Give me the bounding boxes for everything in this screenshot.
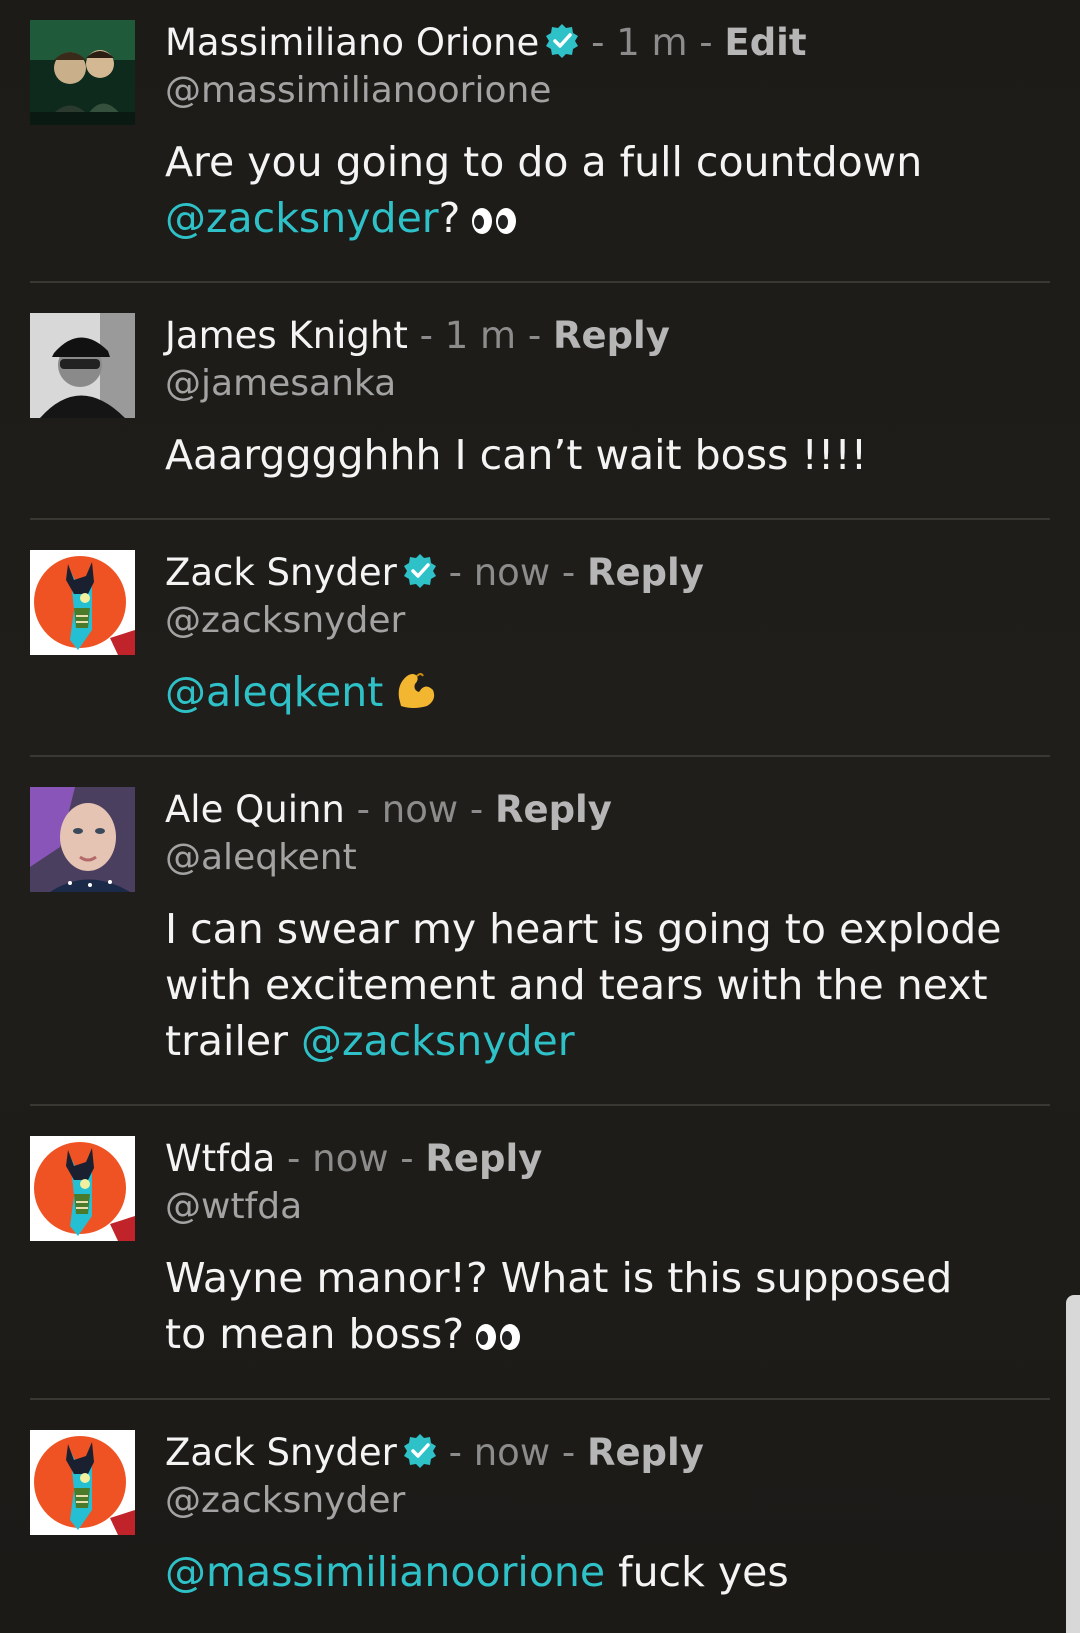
timestamp: now bbox=[473, 1431, 551, 1474]
timestamp: now bbox=[312, 1137, 389, 1180]
avatar[interactable] bbox=[30, 1430, 135, 1535]
comment-header: Massimiliano Orione - 1 m - Edit bbox=[165, 20, 1045, 66]
comment-text-line: Wayne manor!? What is this supposed bbox=[165, 1254, 953, 1302]
divider bbox=[30, 281, 1050, 283]
comment-header: Wtfda - now - Reply bbox=[165, 1136, 1045, 1182]
edit-button[interactable]: Edit bbox=[724, 21, 806, 64]
comment-text: Are you going to do a full countdown @za… bbox=[165, 134, 1045, 246]
meta-separator: - bbox=[344, 788, 382, 831]
meta-separator: - bbox=[687, 21, 725, 64]
author-handle[interactable]: @jamesanka bbox=[165, 359, 1045, 409]
avatar[interactable] bbox=[30, 313, 135, 418]
meta-separator: - bbox=[436, 1431, 474, 1474]
meta-separator: - bbox=[579, 21, 617, 64]
meta-separator: - bbox=[388, 1137, 426, 1180]
comment-text: @massimilianoorione fuck yes bbox=[165, 1544, 1045, 1600]
mention-link[interactable]: @massimilianoorione bbox=[165, 1548, 605, 1596]
eyes-emoji-icon bbox=[476, 1324, 521, 1350]
comment-text-line: with excitement and tears with the next bbox=[165, 961, 988, 1009]
divider bbox=[30, 1398, 1050, 1400]
meta-separator: - bbox=[550, 1431, 587, 1474]
meta-separator: - bbox=[516, 314, 553, 357]
meta-separator: - bbox=[275, 1137, 313, 1180]
timestamp: now bbox=[381, 788, 459, 831]
author-handle[interactable]: @aleqkent bbox=[165, 833, 1045, 883]
avatar[interactable] bbox=[30, 20, 135, 125]
avatar[interactable] bbox=[30, 787, 135, 892]
author-name[interactable]: Wtfda bbox=[165, 1137, 275, 1180]
comment-text-part: Aaargggghhh I can’t wait boss !!!! bbox=[165, 431, 868, 479]
meta-separator: - bbox=[458, 788, 495, 831]
reply-button[interactable]: Reply bbox=[587, 1431, 704, 1474]
comment-header: James Knight - 1 m - Reply bbox=[165, 313, 1045, 359]
divider bbox=[30, 755, 1050, 757]
reply-button[interactable]: Reply bbox=[587, 551, 704, 594]
timestamp: 1 m bbox=[616, 21, 688, 64]
author-name[interactable]: Zack Snyder bbox=[165, 551, 397, 594]
divider bbox=[30, 518, 1050, 520]
avatar[interactable] bbox=[30, 1136, 135, 1241]
comment-text: Wayne manor!? What is this supposed to m… bbox=[165, 1250, 1045, 1362]
author-name[interactable]: Ale Quinn bbox=[165, 788, 345, 831]
scrollbar[interactable] bbox=[1066, 1295, 1080, 1633]
comment-header: Zack Snyder - now - Reply bbox=[165, 1430, 1045, 1476]
author-handle[interactable]: @zacksnyder bbox=[165, 1476, 1045, 1526]
reply-button[interactable]: Reply bbox=[553, 314, 670, 357]
author-name[interactable]: Massimiliano Orione bbox=[165, 21, 539, 64]
author-handle[interactable]: @wtfda bbox=[165, 1182, 1045, 1232]
author-handle[interactable]: @massimilianoorione bbox=[165, 66, 1045, 116]
flexed-biceps-emoji-icon bbox=[399, 673, 435, 708]
avatar[interactable] bbox=[30, 550, 135, 655]
comment-text: @aleqkent bbox=[165, 664, 1045, 720]
eyes-emoji-icon bbox=[472, 208, 517, 234]
verified-badge-icon bbox=[402, 553, 437, 589]
timestamp: 1 m bbox=[444, 314, 517, 357]
author-handle[interactable]: @zacksnyder bbox=[165, 596, 1045, 646]
comment-text: I can swear my heart is going to explode… bbox=[165, 901, 1045, 1069]
comments-feed: Massimiliano Orione - 1 m - Edit @massim… bbox=[0, 0, 1080, 1633]
timestamp: now bbox=[473, 551, 551, 594]
author-name[interactable]: James Knight bbox=[165, 314, 408, 357]
comment-header: Zack Snyder - now - Reply bbox=[165, 550, 1045, 596]
reply-button[interactable]: Reply bbox=[495, 788, 612, 831]
mention-link[interactable]: @zacksnyder bbox=[165, 194, 439, 242]
meta-separator: - bbox=[436, 551, 474, 594]
comment-header: Ale Quinn - now - Reply bbox=[165, 787, 1045, 833]
comment-text: Aaargggghhh I can’t wait boss !!!! bbox=[165, 427, 1045, 483]
comment-text-part: ? bbox=[438, 194, 461, 242]
author-name[interactable]: Zack Snyder bbox=[165, 1431, 397, 1474]
comment-text-part: Are you going to do a full countdown bbox=[165, 138, 923, 186]
mention-link[interactable]: @aleqkent bbox=[165, 668, 383, 716]
comment-text-line: I can swear my heart is going to explode bbox=[165, 905, 1002, 953]
reply-button[interactable]: Reply bbox=[425, 1137, 542, 1180]
meta-separator: - bbox=[407, 314, 445, 357]
verified-badge-icon bbox=[545, 23, 580, 59]
divider bbox=[30, 1104, 1050, 1106]
comment-text-part: fuck yes bbox=[605, 1548, 789, 1596]
comment-text-line: to mean boss? bbox=[165, 1310, 465, 1358]
mention-link[interactable]: @zacksnyder bbox=[301, 1017, 575, 1065]
verified-badge-icon bbox=[402, 1433, 437, 1469]
meta-separator: - bbox=[550, 551, 587, 594]
comment-text-line: trailer bbox=[165, 1017, 301, 1065]
